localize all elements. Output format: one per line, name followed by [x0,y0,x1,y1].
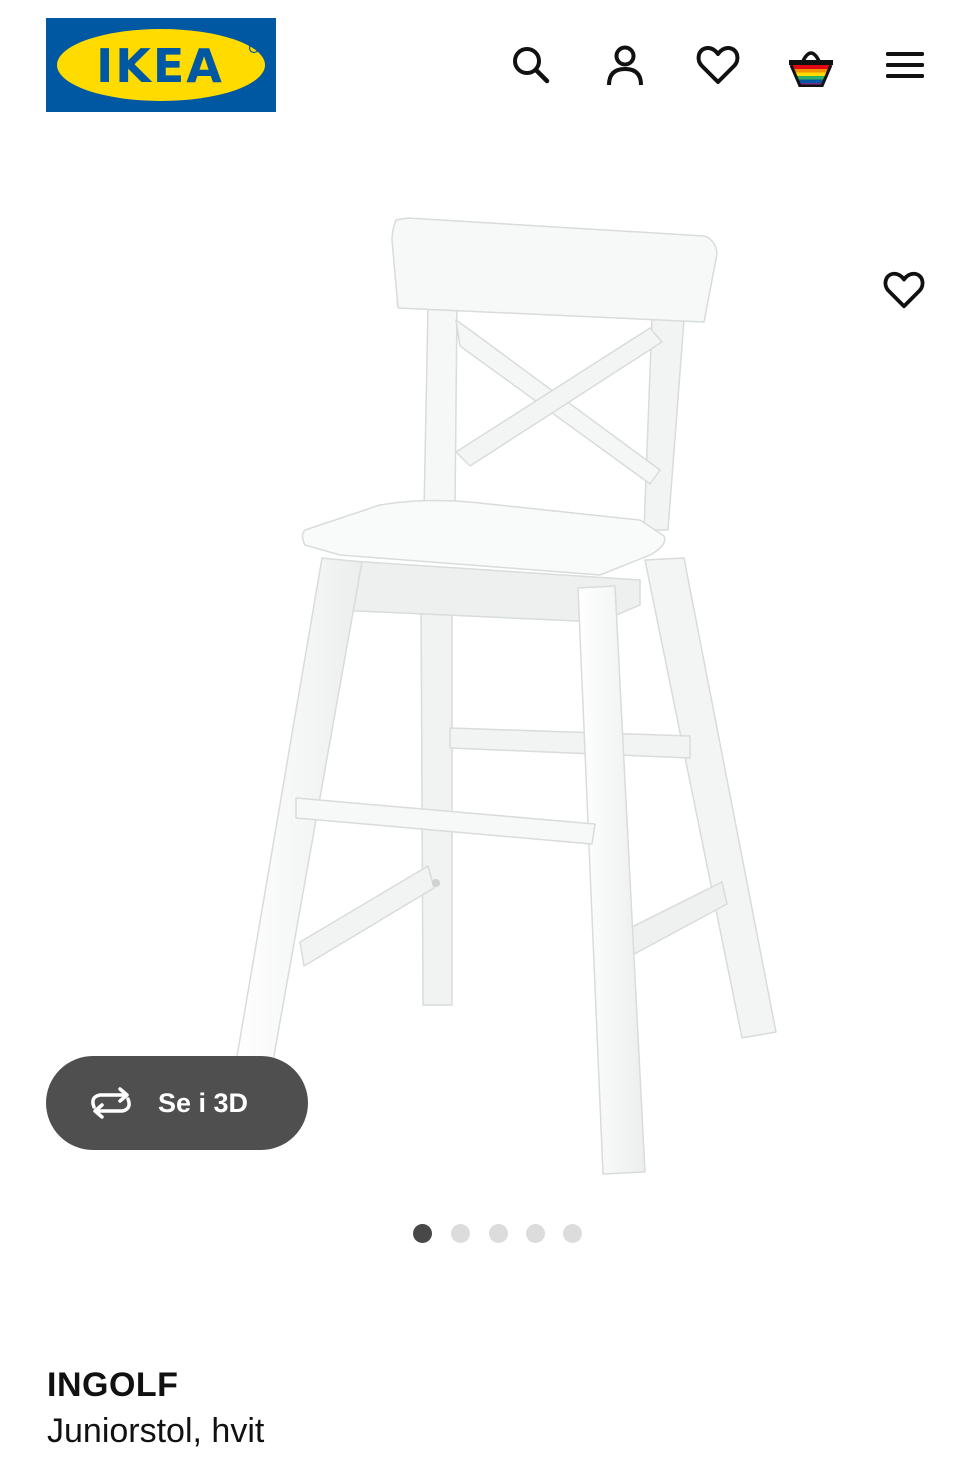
search-icon [509,43,553,92]
rotate-3d-icon [86,1083,136,1123]
svg-text:IKEA: IKEA [96,39,224,93]
product-description: Juniorstol, hvit [47,1412,265,1450]
carousel-dot[interactable] [526,1224,545,1243]
carousel-dot[interactable] [413,1224,432,1243]
heart-outline-icon [882,269,926,316]
chair-illustration [233,217,777,1175]
search-button[interactable] [504,40,558,94]
menu-button[interactable] [878,40,932,94]
heart-icon [695,43,741,92]
add-to-favorites-button[interactable] [876,264,932,320]
account-button[interactable] [598,40,652,94]
view-in-3d-button[interactable]: Se i 3D [46,1056,308,1150]
basket-icon [786,43,836,92]
carousel-dot[interactable] [489,1224,508,1243]
wishlist-button[interactable] [691,40,745,94]
product-name: INGOLF [47,1366,179,1404]
user-icon [603,43,647,92]
product-image[interactable] [0,160,960,1200]
ikea-logo[interactable]: IKEA [46,18,276,112]
carousel-dot[interactable] [563,1224,582,1243]
menu-icon [883,47,927,88]
cart-button[interactable] [784,40,838,94]
header-nav [500,40,940,94]
header: IKEA [0,0,960,130]
view-in-3d-label: Se i 3D [158,1087,249,1118]
image-carousel-dots [413,1224,593,1244]
carousel-dot[interactable] [451,1224,470,1243]
